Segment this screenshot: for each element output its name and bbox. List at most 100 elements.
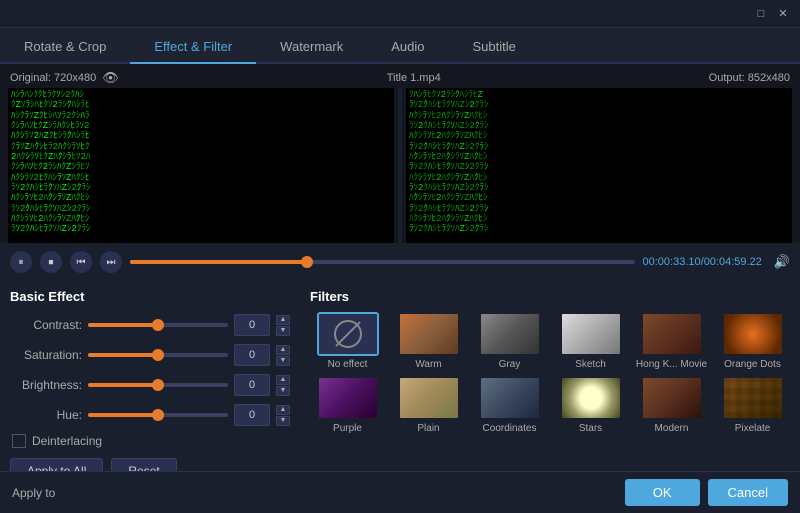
deinterlace-row: Deinterlacing — [12, 434, 290, 448]
hue-fill — [88, 413, 158, 417]
contrast-input[interactable]: 0 — [234, 314, 270, 336]
filter-sketch[interactable]: Sketch — [553, 312, 628, 370]
filter-thumb-modern — [641, 376, 703, 420]
filter-warm[interactable]: Warm — [391, 312, 466, 370]
hue-thumb — [152, 409, 164, 421]
filter-label-pixelate: Pixelate — [735, 423, 771, 434]
close-button[interactable]: ✕ — [774, 5, 792, 23]
filters-title: Filters — [310, 289, 790, 304]
saturation-input[interactable]: 0 — [234, 344, 270, 366]
filter-label-warm: Warm — [415, 359, 441, 370]
video-info-bar: Original: 720x480 👁 Title 1.mp4 Output: … — [0, 68, 800, 88]
time-display: 00:00:33.10/00:04:59.22 — [643, 256, 762, 268]
progress-thumb — [301, 256, 313, 268]
filter-stars[interactable]: Stars — [553, 376, 628, 434]
effect-panel-title: Basic Effect — [10, 289, 290, 304]
filter-gray[interactable]: Gray — [472, 312, 547, 370]
filter-label-modern: Modern — [655, 423, 689, 434]
original-resolution: Original: 720x480 — [10, 72, 96, 84]
filter-coord[interactable]: Coordinates — [472, 376, 547, 434]
tab-subtitle[interactable]: Subtitle — [449, 31, 540, 64]
filter-label-plain: Plain — [417, 423, 439, 434]
video-section: Original: 720x480 👁 Title 1.mp4 Output: … — [0, 64, 800, 281]
matrix-text-left: ﾊｼﾗﾊｼｸｸﾋﾗｸｿｼ2ｸﾊｼ ｸZｿﾗｼﾊﾋｸｿ2ﾗｼｸﾊｼﾗﾋ ﾊｼｸﾗｿ… — [8, 88, 394, 243]
volume-icon[interactable]: 🔊 — [774, 254, 790, 270]
filter-thumb-gray — [479, 312, 541, 356]
contrast-spinners: ▲ ▼ — [276, 315, 290, 336]
brightness-input[interactable]: 0 — [234, 374, 270, 396]
filter-modern[interactable]: Modern — [634, 376, 709, 434]
contrast-fill — [88, 323, 158, 327]
ok-button[interactable]: OK — [625, 479, 700, 506]
main-content: Basic Effect Contrast: 0 ▲ ▼ Saturation:… — [0, 281, 800, 492]
hue-input[interactable]: 0 — [234, 404, 270, 426]
next-frame-button[interactable]: ⏭ — [100, 251, 122, 273]
tab-watermark[interactable]: Watermark — [256, 31, 367, 64]
progress-fill — [130, 260, 307, 264]
brightness-up[interactable]: ▲ — [276, 375, 290, 385]
minimize-button[interactable]: □ — [752, 5, 770, 23]
prev-frame-button[interactable]: ⏮ — [70, 251, 92, 273]
pause-button[interactable]: ⏸ — [10, 251, 32, 273]
filter-thumb-plain — [398, 376, 460, 420]
hue-down[interactable]: ▼ — [276, 416, 290, 426]
filter-label-sketch: Sketch — [575, 359, 606, 370]
total-time: 00:04:59.22 — [704, 256, 762, 268]
current-time: 00:00:33.10 — [643, 256, 701, 268]
video-previews: ﾊｼﾗﾊｼｸｸﾋﾗｸｿｼ2ｸﾊｼ ｸZｿﾗｼﾊﾋｸｿ2ﾗｼｸﾊｼﾗﾋ ﾊｼｸﾗｿ… — [0, 88, 800, 243]
filter-label-purple: Purple — [333, 423, 362, 434]
contrast-thumb — [152, 319, 164, 331]
deinterlace-label: Deinterlacing — [32, 434, 102, 448]
tab-effect[interactable]: Effect & Filter — [130, 31, 256, 64]
filter-orange[interactable]: Orange Dots — [715, 312, 790, 370]
matrix-text-right: ｸﾊｼﾗﾋｸｿ2ﾗｼｸﾊｼﾗﾋZ ﾗｿZｸﾊｼﾋﾗｸｿﾊZｼ2ｸﾗｼ ﾊｸｼﾗｿ… — [406, 88, 792, 243]
filter-noeffect[interactable]: No effect — [310, 312, 385, 370]
brightness-thumb — [152, 379, 164, 391]
cancel-button[interactable]: Cancel — [708, 479, 788, 506]
filter-hongk[interactable]: Hong K... Movie — [634, 312, 709, 370]
filter-label-hongk: Hong K... Movie — [636, 359, 707, 370]
filter-thumb-orange — [722, 312, 784, 356]
saturation-label: Saturation: — [10, 348, 82, 362]
ok-cancel-buttons: OK Cancel — [625, 479, 788, 506]
filter-purple[interactable]: Purple — [310, 376, 385, 434]
tab-audio[interactable]: Audio — [367, 31, 448, 64]
brightness-slider[interactable] — [88, 383, 228, 387]
saturation-up[interactable]: ▲ — [276, 345, 290, 355]
filter-plain[interactable]: Plain — [391, 376, 466, 434]
brightness-down[interactable]: ▼ — [276, 386, 290, 396]
hue-slider[interactable] — [88, 413, 228, 417]
tab-bar: Rotate & Crop Effect & Filter Watermark … — [0, 28, 800, 64]
filter-pixelate[interactable]: Pixelate — [715, 376, 790, 434]
contrast-slider[interactable] — [88, 323, 228, 327]
brightness-row: Brightness: 0 ▲ ▼ — [10, 374, 290, 396]
playback-bar: ⏸ ⏹ ⏮ ⏭ 00:00:33.10/00:04:59.22 🔊 — [0, 243, 800, 281]
filters-grid: No effect Warm Gray Ske — [310, 312, 790, 434]
filter-label-coord: Coordinates — [483, 423, 537, 434]
filter-label-gray: Gray — [499, 359, 521, 370]
deinterlace-checkbox[interactable] — [12, 434, 26, 448]
saturation-slider[interactable] — [88, 353, 228, 357]
hue-label: Hue: — [10, 408, 82, 422]
contrast-label: Contrast: — [10, 318, 82, 332]
stop-button[interactable]: ⏹ — [40, 251, 62, 273]
no-effect-icon — [334, 320, 362, 348]
eye-icon[interactable]: 👁 — [102, 70, 119, 86]
filtered-preview: ｸﾊｼﾗﾋｸｿ2ﾗｼｸﾊｼﾗﾋZ ﾗｿZｸﾊｼﾋﾗｸｿﾊZｼ2ｸﾗｼ ﾊｸｼﾗｿ… — [406, 88, 792, 243]
video-title: Title 1.mp4 — [387, 72, 441, 84]
brightness-spinners: ▲ ▼ — [276, 375, 290, 396]
progress-track[interactable] — [130, 260, 635, 264]
saturation-down[interactable]: ▼ — [276, 356, 290, 366]
contrast-up[interactable]: ▲ — [276, 315, 290, 325]
filter-thumb-purple — [317, 376, 379, 420]
tab-rotate[interactable]: Rotate & Crop — [0, 31, 130, 64]
hue-up[interactable]: ▲ — [276, 405, 290, 415]
filter-thumb-noeffect — [317, 312, 379, 356]
effect-panel: Basic Effect Contrast: 0 ▲ ▼ Saturation:… — [10, 289, 310, 484]
saturation-row: Saturation: 0 ▲ ▼ — [10, 344, 290, 366]
title-bar: □ ✕ — [0, 0, 800, 28]
apply-to-label: Apply to — [12, 486, 55, 500]
filter-label-orange: Orange Dots — [724, 359, 781, 370]
contrast-down[interactable]: ▼ — [276, 326, 290, 336]
filters-panel: Filters No effect Warm — [310, 289, 790, 484]
